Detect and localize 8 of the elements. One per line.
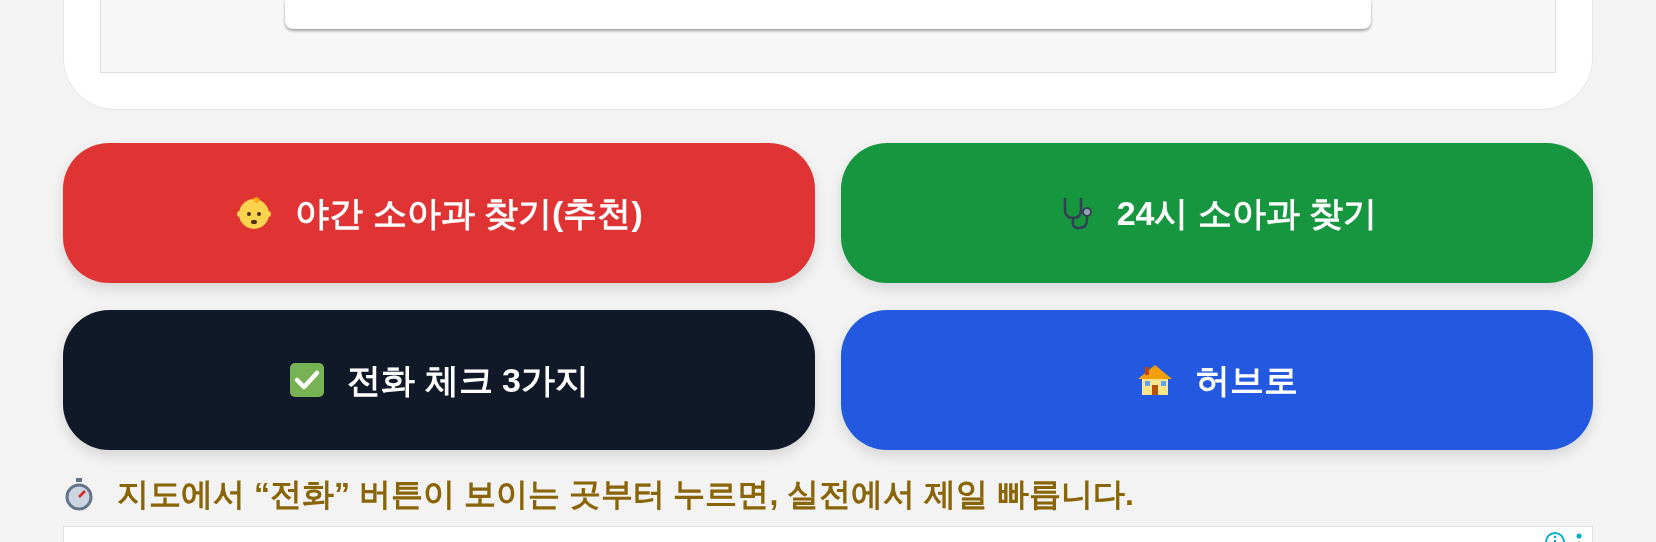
baby-face-icon	[235, 194, 274, 232]
nav-button[interactable]: 야간 소아과 찾기(추천)	[63, 143, 815, 283]
nav-button[interactable]: 24시 소아과 찾기	[841, 143, 1593, 283]
nav-button[interactable]: 허브로	[841, 310, 1593, 450]
check-box-icon	[289, 362, 326, 398]
stopwatch-icon	[63, 477, 95, 511]
nav-button[interactable]: 전화 체크 3가지	[63, 310, 815, 450]
tip-text: 지도에서 “전화” 버튼이 보이는 곳부터 누르면, 실전에서 제일 빠릅니다.	[117, 475, 1134, 514]
